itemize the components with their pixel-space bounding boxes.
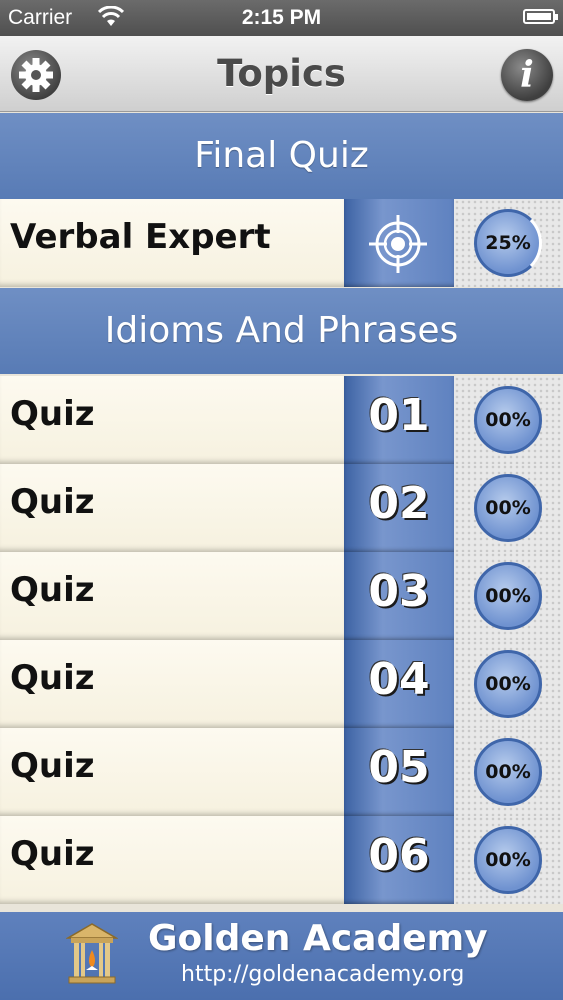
section-header-final-quiz: Final Quiz bbox=[0, 113, 563, 199]
page-title: Topics bbox=[217, 52, 346, 95]
clock: 2:15 PM bbox=[241, 6, 322, 29]
quiz-label-cell: Quiz bbox=[0, 816, 344, 904]
footer-url-link[interactable]: http://goldenacademy.org bbox=[181, 962, 464, 987]
quiz-number: 02 bbox=[368, 478, 430, 529]
battery-icon bbox=[523, 9, 558, 24]
section-header-idioms: Idioms And Phrases bbox=[0, 288, 563, 374]
quiz-row-05[interactable]: Quiz 05 00% bbox=[0, 728, 563, 816]
final-quiz-label-cell: Verbal Expert bbox=[0, 199, 344, 287]
final-quiz-row[interactable]: Verbal Expert 25% bbox=[0, 199, 563, 287]
final-quiz-progress-cell: 25% bbox=[454, 199, 563, 287]
quiz-number-cell[interactable]: 06 bbox=[344, 816, 454, 904]
progress-badge: 00% bbox=[474, 650, 542, 718]
quiz-progress-cell: 00% bbox=[454, 728, 563, 816]
target-icon bbox=[369, 215, 427, 273]
quiz-progress-cell: 00% bbox=[454, 552, 563, 640]
quiz-label: Quiz bbox=[10, 394, 95, 434]
quiz-progress-cell: 00% bbox=[454, 376, 563, 464]
quiz-number-cell[interactable]: 04 bbox=[344, 640, 454, 728]
quiz-row-06[interactable]: Quiz 06 00% bbox=[0, 816, 563, 904]
progress-badge: 00% bbox=[474, 386, 542, 454]
footer-banner[interactable]: Golden Academy http://goldenacademy.org bbox=[0, 912, 563, 1000]
progress-badge: 25% bbox=[474, 209, 542, 277]
academy-logo-icon bbox=[66, 923, 118, 984]
footer-academy-name: Golden Academy bbox=[148, 918, 488, 959]
quiz-number: 05 bbox=[368, 742, 430, 793]
quiz-row-04[interactable]: Quiz 04 00% bbox=[0, 640, 563, 728]
progress-badge: 00% bbox=[474, 738, 542, 806]
quiz-number-cell[interactable]: 05 bbox=[344, 728, 454, 816]
info-icon[interactable]: i bbox=[501, 49, 553, 101]
quiz-row-03[interactable]: Quiz 03 00% bbox=[0, 552, 563, 640]
quiz-row-02[interactable]: Quiz 02 00% bbox=[0, 464, 563, 552]
quiz-number-cell[interactable]: 03 bbox=[344, 552, 454, 640]
quiz-number-cell[interactable]: 02 bbox=[344, 464, 454, 552]
quiz-number: 01 bbox=[368, 390, 430, 441]
quiz-number: 04 bbox=[368, 654, 430, 705]
quiz-label: Quiz bbox=[10, 482, 95, 522]
quiz-number: 03 bbox=[368, 566, 430, 617]
quiz-label: Quiz bbox=[10, 570, 95, 610]
quiz-progress-cell: 00% bbox=[454, 464, 563, 552]
nav-bar: Topics i bbox=[0, 36, 563, 112]
quiz-label-cell: Quiz bbox=[0, 640, 344, 728]
quiz-label: Quiz bbox=[10, 658, 95, 698]
quiz-label: Quiz bbox=[10, 746, 95, 786]
quiz-label-cell: Quiz bbox=[0, 552, 344, 640]
quiz-row-01[interactable]: Quiz 01 00% bbox=[0, 376, 563, 464]
progress-badge: 00% bbox=[474, 826, 542, 894]
status-bar: Carrier 2:15 PM bbox=[0, 0, 563, 36]
progress-badge: 00% bbox=[474, 562, 542, 630]
quiz-label-cell: Quiz bbox=[0, 376, 344, 464]
final-quiz-target-cell[interactable] bbox=[344, 199, 454, 287]
quiz-label-cell: Quiz bbox=[0, 464, 344, 552]
quiz-progress-cell: 00% bbox=[454, 816, 563, 904]
quiz-progress-cell: 00% bbox=[454, 640, 563, 728]
quiz-number-cell[interactable]: 01 bbox=[344, 376, 454, 464]
final-quiz-label: Verbal Expert bbox=[10, 217, 271, 257]
progress-badge: 00% bbox=[474, 474, 542, 542]
quiz-number: 06 bbox=[368, 830, 430, 881]
quiz-label-cell: Quiz bbox=[0, 728, 344, 816]
quiz-label: Quiz bbox=[10, 834, 95, 874]
